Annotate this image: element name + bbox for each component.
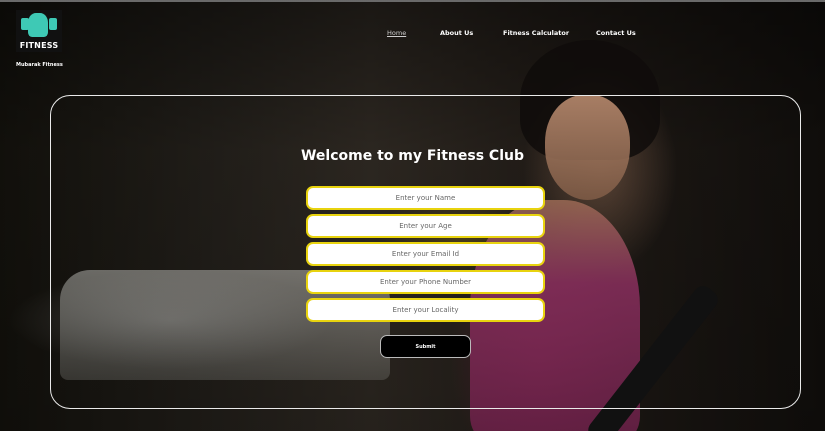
landing-page: FITNESS Mubarak Fitness Home About Us Fi…: [0, 0, 825, 431]
name-input[interactable]: [306, 186, 545, 210]
form-title: Welcome to my Fitness Club: [300, 148, 524, 164]
nav-contact-us[interactable]: Contact Us: [596, 29, 636, 37]
age-input[interactable]: [306, 214, 545, 238]
locality-input[interactable]: [306, 298, 545, 322]
nav-about-us[interactable]: About Us: [440, 29, 473, 37]
phone-input[interactable]: [306, 270, 545, 294]
nav-home[interactable]: Home: [387, 29, 406, 37]
submit-button[interactable]: Submit: [380, 335, 471, 358]
logo-text: FITNESS: [19, 41, 59, 50]
email-input[interactable]: [306, 242, 545, 266]
nav-fitness-calculator[interactable]: Fitness Calculator: [503, 29, 569, 37]
brand-name: Mubarak Fitness: [16, 62, 63, 68]
main-nav: Home About Us Fitness Calculator Contact…: [0, 29, 825, 41]
